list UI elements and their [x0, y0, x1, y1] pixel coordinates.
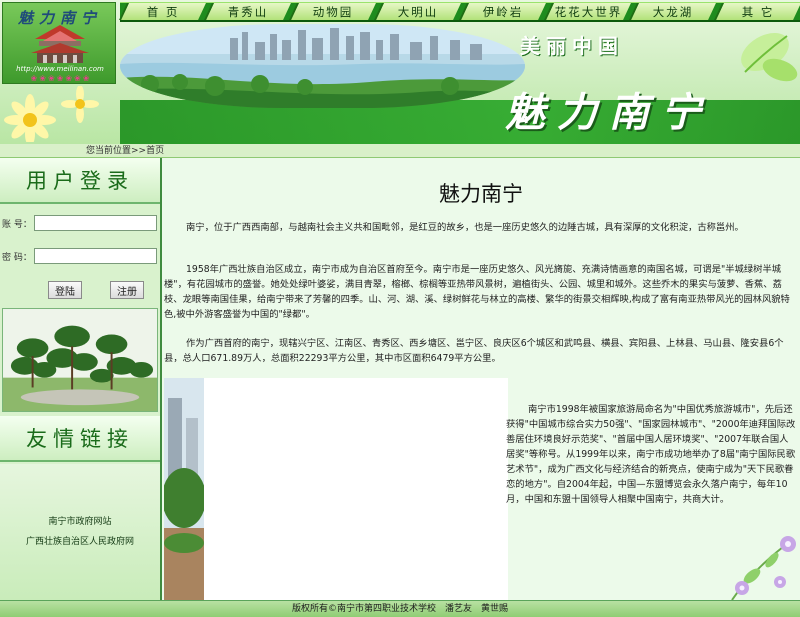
city-skyline-photo [120, 24, 525, 108]
nav-item-qingxiushan[interactable]: 青秀山 [204, 3, 291, 20]
password-row: 密 码： [0, 247, 160, 265]
city-street-photo [164, 378, 204, 600]
breadcrumb-text: 您当前位置>>首页 [86, 146, 165, 156]
banner-subtitle: 美丽中国 [520, 34, 624, 58]
flower-vine-icon [731, 536, 796, 600]
leaf-icon [741, 33, 798, 82]
logo-building-icon [31, 25, 89, 63]
intro-paragraph: 南宁，位于广西西南部，与越南社会主义共和国毗邻，是红豆的故乡，也是一座历史悠久的… [186, 222, 744, 233]
nav-item-huahua-world[interactable]: 花花大世界 [544, 3, 631, 20]
page-title: 魅力南宁 [439, 182, 523, 206]
username-label: 账 号： [2, 219, 32, 230]
nav-item-damingshan[interactable]: 大明山 [374, 3, 461, 20]
blank-image-placeholder [204, 378, 508, 600]
friend-link-guangxi-gov[interactable]: 广西壮族自治区人民政府网 [0, 534, 160, 547]
copyright-text: 版权所有©南宁市第四职业技术学校 潘艺友 黄世赐 [291, 604, 508, 614]
site-footer: 版权所有©南宁市第四职业技术学校 潘艺友 黄世赐 [0, 600, 800, 617]
nav-label: 其 它 [742, 4, 775, 19]
nav-label: 伊岭岩 [483, 4, 524, 19]
register-button[interactable]: 注册 [110, 281, 144, 299]
districts-paragraph: 作为广西首府的南宁，现辖兴宁区、江南区、青秀区、西乡塘区、邕宁区、良庆区6个城区… [164, 338, 784, 364]
friend-links-list: 南宁市政府网站 广西壮族自治区人民政府网 [0, 464, 160, 600]
site-logo[interactable]: 魅力南宁 http://www.meilinan.com ❀❀❀❀❀❀❀ [2, 2, 116, 84]
nav-item-dalonghu[interactable]: 大龙湖 [629, 3, 716, 20]
username-input[interactable] [34, 215, 157, 231]
nav-item-other[interactable]: 其 它 [714, 3, 800, 20]
honors-paragraph: 南宁市1998年被国家旅游局命名为"中国优秀旅游城市"，先后还获得"中国城市综合… [506, 404, 796, 505]
nav-label: 大龙湖 [653, 4, 694, 19]
topiary-garden-photo [2, 308, 158, 412]
friend-link-nanning-gov[interactable]: 南宁市政府网站 [0, 514, 160, 527]
nav-item-home[interactable]: 首 页 [119, 3, 206, 20]
login-heading: 用户登录 [0, 158, 160, 204]
nav-label: 大明山 [398, 4, 439, 19]
history-paragraph: 1958年广西壮族自治区成立，南宁市成为自治区首府至今。南宁市是一座历史悠久、风… [164, 264, 790, 320]
nav-label: 动物园 [313, 4, 354, 19]
nav-label: 青秀山 [228, 4, 269, 19]
nav-item-yilingyan[interactable]: 伊岭岩 [459, 3, 546, 20]
login-button[interactable]: 登陆 [48, 281, 82, 299]
site-header: 魅力南宁 http://www.meilinan.com ❀❀❀❀❀❀❀ 首 页… [0, 0, 800, 144]
nav-item-zoo[interactable]: 动物园 [289, 3, 376, 20]
nav-label: 花花大世界 [554, 4, 623, 19]
daisy-flower-icon [4, 86, 99, 142]
password-input[interactable] [34, 248, 157, 264]
username-row: 账 号： [0, 214, 160, 232]
breadcrumb: 您当前位置>>首页 [0, 144, 800, 158]
nav-label: 首 页 [147, 4, 180, 19]
friend-links-heading: 友情链接 [0, 416, 160, 462]
logo-url: http://www.meilinan.com [16, 65, 104, 73]
sidebar: 用户登录 账 号： 密 码： 登陆 注册 友情链接 南宁市政府网站 广西壮族自治… [0, 158, 162, 600]
main-content: 魅力南宁 南宁，位于广西西南部，与越南社会主义共和国毗邻，是红豆的故乡，也是一座… [162, 158, 800, 600]
banner-title: 魅力南宁 [505, 89, 713, 136]
logo-flowers: ❀❀❀❀❀❀❀ [30, 74, 92, 83]
password-label: 密 码： [2, 252, 32, 263]
main-nav: 首 页 青秀山 动物园 大明山 伊岭岩 花花大世界 大龙湖 其 它 [119, 2, 800, 22]
